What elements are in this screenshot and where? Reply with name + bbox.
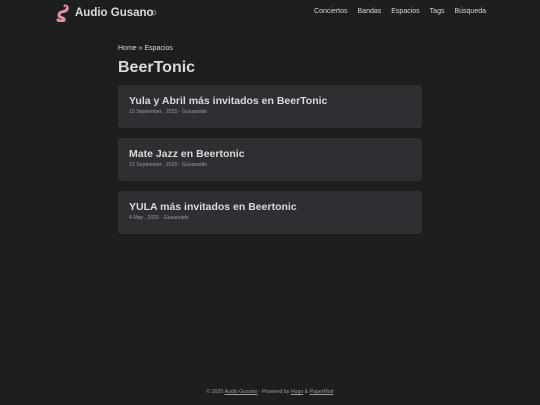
site-header: Audio Gusano ☼ Conciertos Bandas Espacio…	[0, 0, 540, 26]
site-logo-link[interactable]: Audio Gusano	[54, 4, 154, 22]
main-content: Home » Espacios BeerTonic	[118, 44, 422, 78]
post-card[interactable]: Mate Jazz en Beertonic 12 September , 20…	[118, 138, 422, 181]
worm-logo-icon	[56, 4, 69, 22]
post-title[interactable]: Mate Jazz en Beertonic	[129, 148, 411, 161]
breadcrumb-home-link[interactable]: Home	[118, 45, 137, 52]
post-title[interactable]: Yula y Abril más invitados en BeerTonic	[129, 95, 411, 108]
footer-site-link[interactable]: Audio Gusano	[224, 389, 257, 395]
sun-icon[interactable]: ☼	[149, 7, 158, 18]
nav-link-conciertos[interactable]: Conciertos	[314, 8, 347, 15]
footer-papermod-link[interactable]: PaperMod	[310, 389, 334, 395]
main-nav: Conciertos Bandas Espacios Tags Búsqueda	[304, 8, 486, 15]
breadcrumb-section-link[interactable]: Espacios	[144, 45, 172, 52]
nav-link-busqueda[interactable]: Búsqueda	[454, 8, 486, 15]
post-card[interactable]: Yula y Abril más invitados en BeerTonic …	[118, 85, 422, 128]
post-meta: 12 September , 2025 · Gusanoide	[129, 162, 208, 168]
footer-hugo-link[interactable]: Hugo	[291, 389, 303, 395]
footer-powered-text: · Powered by	[257, 389, 291, 395]
site-footer: © 2025 Audio Gusano · Powered by Hugo & …	[0, 389, 540, 395]
post-title[interactable]: YULA más invitados en Beertonic	[129, 201, 411, 214]
post-card[interactable]: YULA más invitados en Beertonic 4 May , …	[118, 191, 422, 234]
post-meta: 15 September , 2025 · Gusanoide	[129, 109, 208, 115]
nav-link-bandas[interactable]: Bandas	[358, 8, 382, 15]
page-title: BeerTonic	[118, 59, 196, 76]
nav-link-tags[interactable]: Tags	[430, 8, 445, 15]
footer-copyright: © 2025	[206, 389, 225, 395]
breadcrumb: Home » Espacios	[118, 44, 422, 54]
post-meta: 4 May , 2025 · Gusanoide	[129, 215, 189, 221]
nav-link-espacios[interactable]: Espacios	[391, 8, 419, 15]
site-title: Audio Gusano	[75, 7, 154, 19]
